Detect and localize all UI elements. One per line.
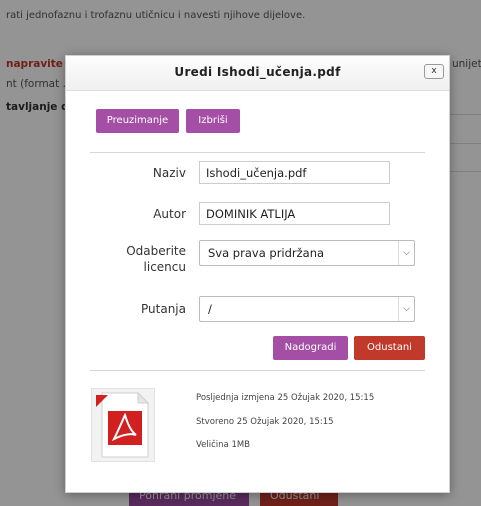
author-label: Autor [153,207,186,221]
download-button[interactable]: Preuzimanje [96,109,179,133]
license-label-line2: licencu [143,260,186,274]
file-size-text: Veličina 1MB [196,440,251,450]
license-selected-value: Sva prava pridržana [208,246,325,260]
created-text: Stvoreno 25 Ožujak 2020, 15:15 [196,417,334,427]
delete-button[interactable]: Izbriši [186,109,240,133]
cancel-button[interactable]: Odustani [354,336,425,360]
divider [90,370,425,371]
pdf-file-icon [91,388,155,462]
path-selected-value: / [208,302,212,316]
license-label-line1: Odaberite [126,244,186,258]
path-label: Putanja [141,302,186,316]
dialog-title: Uredi Ishodi_učenja.pdf [174,65,341,79]
name-input[interactable]: Ishodi_učenja.pdf [199,161,390,184]
close-button[interactable]: x [424,64,444,79]
chevron-down-icon: ⌵ [398,241,414,265]
author-input[interactable]: DOMINIK ATLIJA [199,202,390,225]
name-label: Naziv [152,166,186,180]
dialog-header: Uredi Ishodi_učenja.pdf x [66,56,449,91]
close-icon: x [431,66,437,76]
update-button[interactable]: Nadogradi [273,336,348,360]
license-label: Odaberite licencu [106,244,186,274]
divider [90,152,425,153]
last-modified-text: Posljednja izmjena 25 Ožujak 2020, 15:15 [196,393,375,403]
edit-file-dialog: Uredi Ishodi_učenja.pdf x Preuzimanje Iz… [65,55,450,493]
license-select[interactable]: Sva prava pridržana ⌵ [199,240,415,266]
chevron-down-icon: ⌵ [398,297,414,321]
path-select[interactable]: / ⌵ [199,296,415,322]
